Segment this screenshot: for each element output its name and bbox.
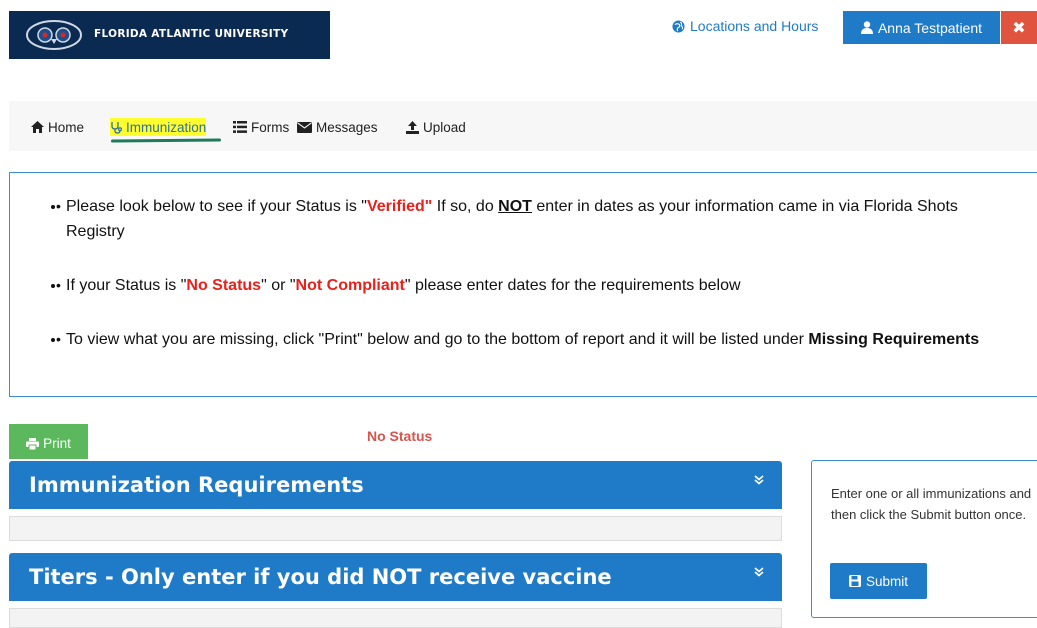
instruction-text: If your Status is " xyxy=(66,277,187,294)
locations-link[interactable]: Locations and Hours xyxy=(672,16,818,36)
user-menu-button[interactable]: Anna Testpatient xyxy=(843,11,1000,44)
nav-label-home: Home xyxy=(48,119,85,135)
print-button[interactable]: Print xyxy=(9,424,88,459)
immunization-requirements-header[interactable]: Immunization Requirements xyxy=(9,461,782,509)
instruction-text: Please look below to see if your Status … xyxy=(66,198,367,215)
not-compliant-keyword: Not Compliant xyxy=(295,277,405,294)
nav-item-home[interactable]: Home xyxy=(31,118,84,136)
submit-button[interactable]: Submit xyxy=(830,563,927,599)
submit-label: Submit xyxy=(865,573,909,589)
not-keyword: NOT xyxy=(498,198,532,215)
status-text: No Status xyxy=(367,428,433,444)
university-name: FLORIDA ATLANTIC UNIVERSITY xyxy=(94,28,289,40)
instruction-text: To view what you are missing, click "Pri… xyxy=(66,331,809,348)
panel-title: Immunization Requirements xyxy=(29,473,364,497)
owl-logo-icon xyxy=(26,20,82,50)
titers-body xyxy=(9,608,782,628)
upload-icon xyxy=(406,120,419,134)
nav-item-messages[interactable]: Messages xyxy=(297,118,378,136)
nav-item-forms[interactable]: Forms xyxy=(233,118,289,136)
titers-header[interactable]: Titers - Only enter if you did NOT recei… xyxy=(9,553,782,601)
close-button[interactable]: ✖ xyxy=(1001,11,1037,44)
user-name: Anna Testpatient xyxy=(877,19,983,36)
print-icon xyxy=(26,438,40,450)
nav-label-upload: Upload xyxy=(423,119,466,135)
user-icon xyxy=(860,21,873,34)
panel-title: Titers - Only enter if you did NOT recei… xyxy=(29,565,612,589)
main-nav: Home Immunization Forms Messages Upload xyxy=(9,101,1037,151)
envelope-icon xyxy=(297,121,312,133)
list-icon xyxy=(233,121,247,133)
university-logo[interactable]: FLORIDA ATLANTIC UNIVERSITY xyxy=(9,11,330,59)
nav-label-messages: Messages xyxy=(316,119,378,135)
close-icon: ✖ xyxy=(1012,19,1026,37)
instruction-no-status: If your Status is "No Status" or "Not Co… xyxy=(56,273,996,298)
instruction-text: " please enter dates for the requirement… xyxy=(404,277,741,294)
instructions-box: Please look below to see if your Status … xyxy=(9,172,1037,397)
nav-label-immunization: Immunization xyxy=(126,119,207,135)
stethoscope-icon xyxy=(111,121,122,134)
nav-label-forms: Forms xyxy=(251,119,290,135)
home-icon xyxy=(31,121,44,133)
chevron-down-icon[interactable] xyxy=(754,567,764,577)
print-label: Print xyxy=(43,436,71,451)
submit-instructions: Enter one or all immunizations and then … xyxy=(831,486,1032,522)
globe-icon xyxy=(672,19,685,33)
nav-item-upload[interactable]: Upload xyxy=(406,118,466,136)
instruction-text: " or " xyxy=(261,277,296,294)
missing-requirements-keyword: Missing Requirements xyxy=(808,331,980,348)
locations-label: Locations and Hours xyxy=(690,18,819,34)
no-status-keyword: No Status xyxy=(186,277,262,294)
submit-box: Enter one or all immunizations and then … xyxy=(811,460,1037,618)
immunization-requirements-body xyxy=(9,516,782,541)
save-icon xyxy=(848,575,861,587)
instruction-verified: Please look below to see if your Status … xyxy=(56,194,996,244)
verified-keyword: Verified" xyxy=(366,198,433,215)
instruction-missing: To view what you are missing, click "Pri… xyxy=(56,327,996,352)
instruction-text: If so, do xyxy=(432,198,499,215)
chevron-down-icon[interactable] xyxy=(754,475,764,485)
nav-item-immunization[interactable]: Immunization xyxy=(110,118,207,136)
